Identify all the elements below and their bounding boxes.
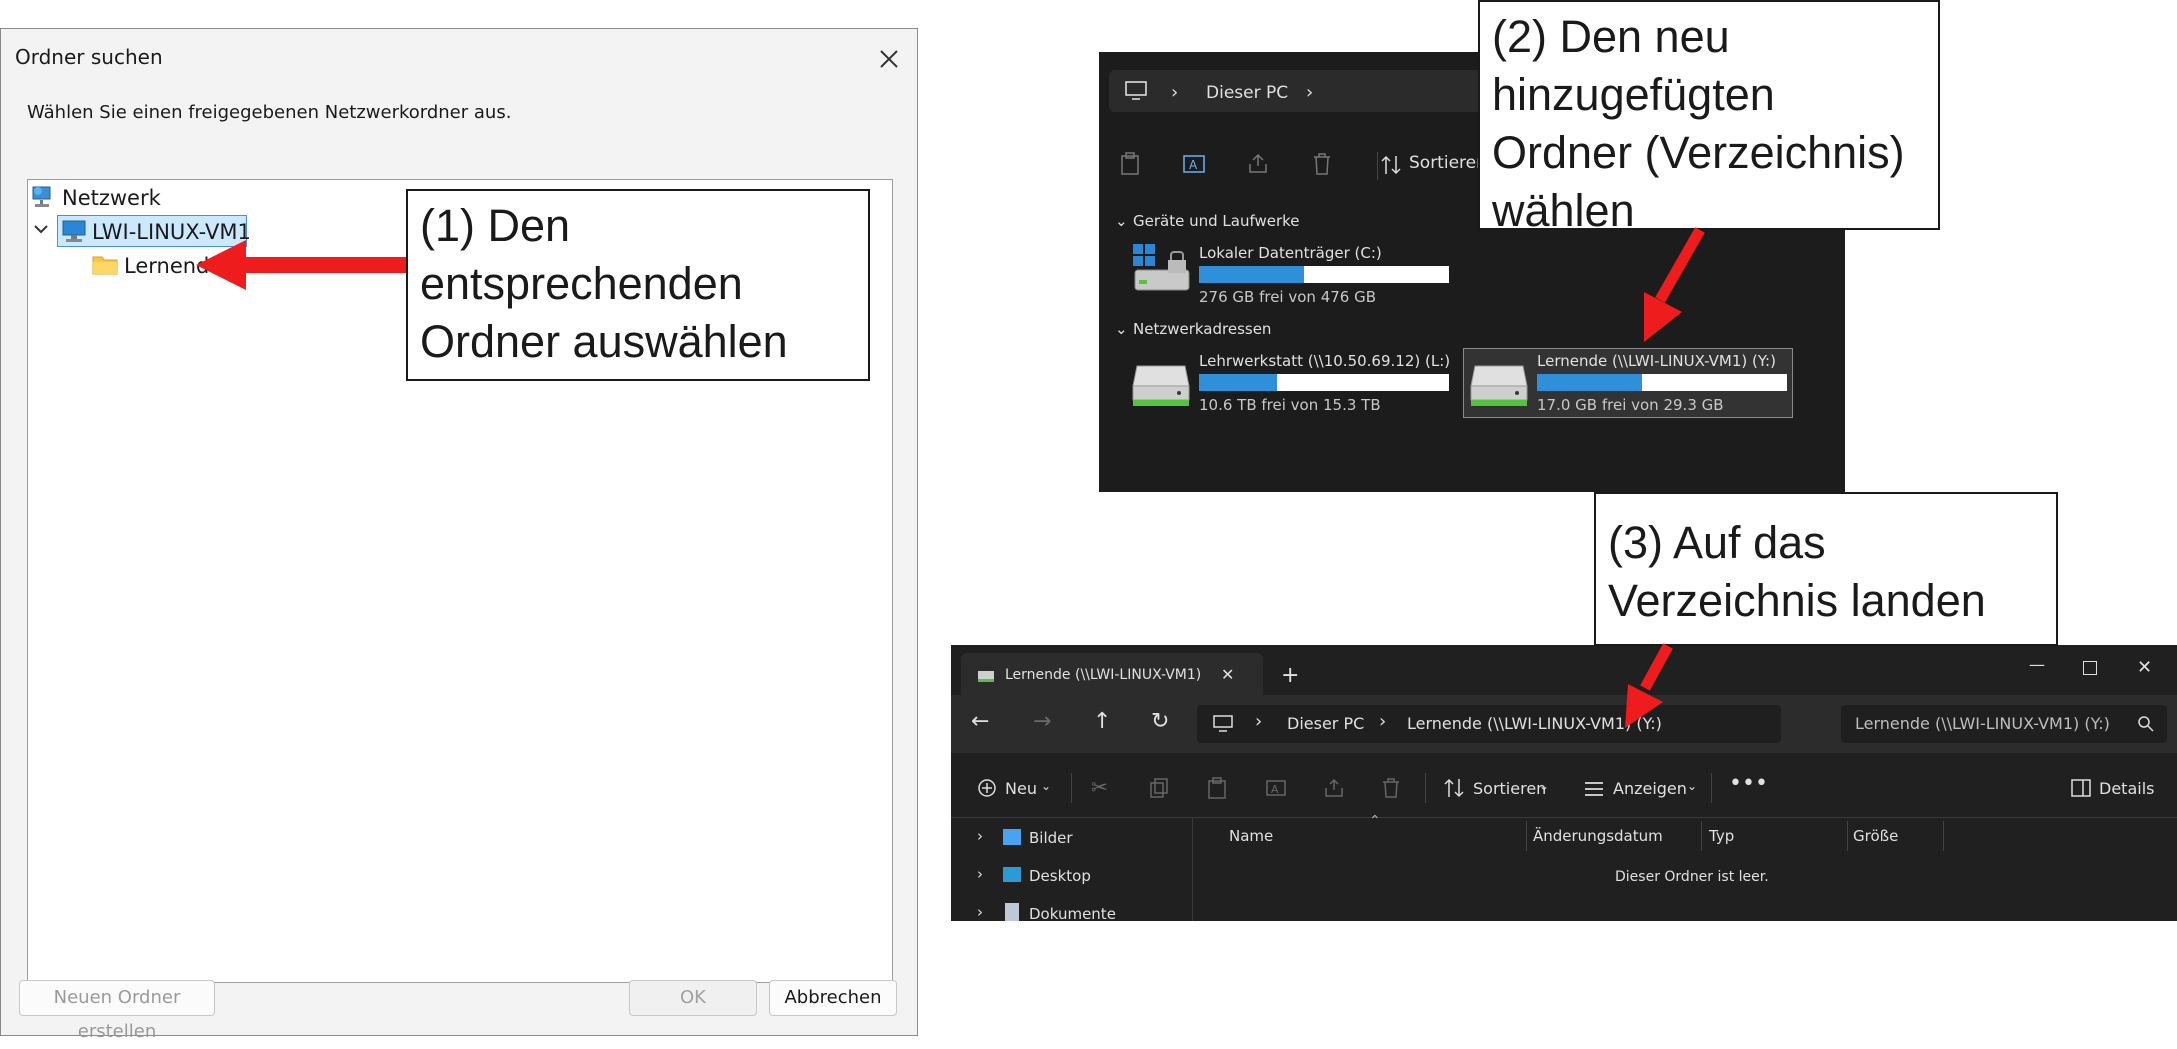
arrow-step-3 bbox=[1625, 643, 1673, 728]
annotation-arrows bbox=[196, 227, 1705, 728]
arrow-step-1 bbox=[196, 240, 406, 290]
arrow-step-2 bbox=[1644, 227, 1705, 342]
